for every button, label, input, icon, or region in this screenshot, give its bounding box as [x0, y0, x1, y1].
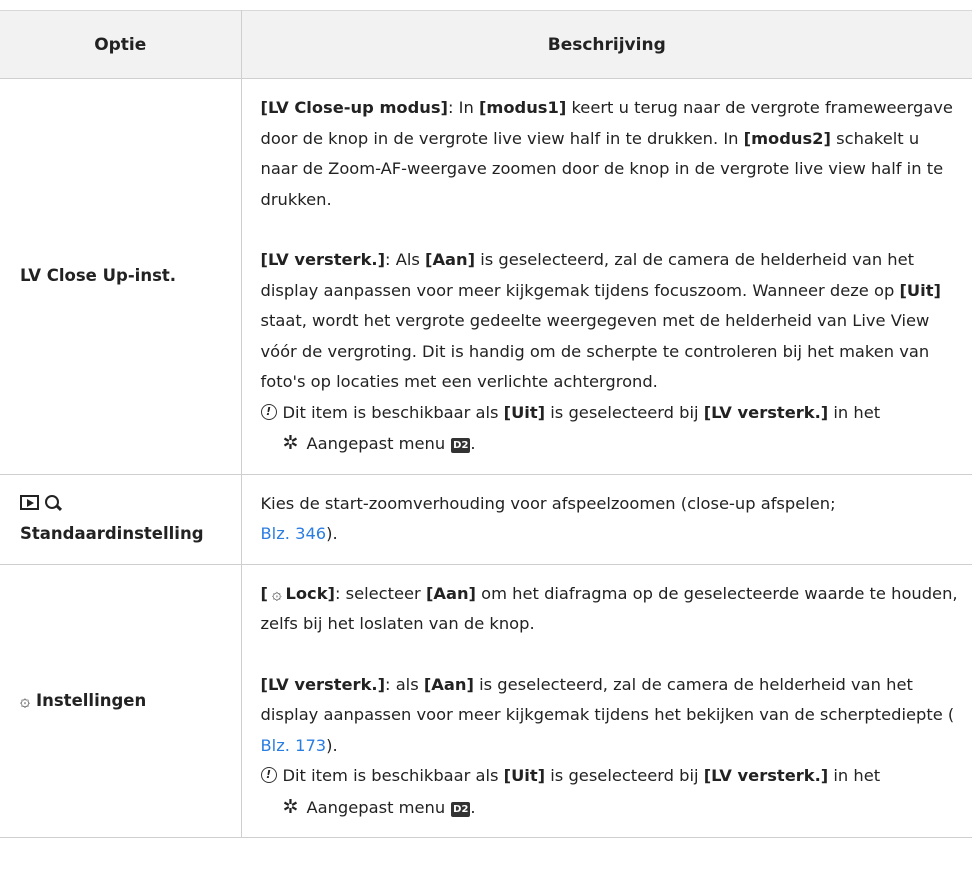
menu-badge: D2 [451, 801, 471, 817]
options-table: Optie Beschrijving LV Close Up-inst. [LV… [0, 10, 972, 838]
gear-icon: ✲ [282, 432, 299, 454]
option-description: Kies de start-zoomverhouding voor afspee… [241, 474, 972, 565]
caution-note: ! Dit item is beschikbaar als [Uit] is ge… [260, 398, 959, 460]
table-row: Standaardinstelling Kies de start-zoomve… [0, 474, 972, 565]
aperture-icon: ۞ [271, 583, 282, 603]
menu-badge: D2 [451, 438, 471, 453]
page-link[interactable]: Blz. 346 [261, 524, 327, 543]
custom-menu-label: Aangepast menu [306, 434, 446, 453]
caution-icon: ! [260, 767, 277, 783]
table-header: Optie Beschrijving [0, 10, 972, 79]
table-row: ۞ Instellingen [۞ Lock]: selecteer [Aan] o… [0, 564, 972, 838]
description-paragraph: [LV Close-up modus]: In [modus1] keert u… [260, 98, 953, 209]
description-paragraph: [LV versterk.]: Als [Aan] is geselecteer… [260, 250, 941, 391]
column-header-option: Optie [0, 10, 242, 79]
option-description: [LV Close-up modus]: In [modus1] keert u… [241, 78, 972, 475]
column-header-description: Beschrijving [241, 10, 972, 79]
description-paragraph: [LV versterk.]: als [Aan] is geselecteer… [260, 674, 955, 755]
caution-icon: ! [260, 403, 277, 420]
option-description: [۞ Lock]: selecteer [Aan] om het diafragm… [241, 564, 972, 838]
custom-menu-label: Aangepast menu [306, 797, 446, 817]
aperture-icon: ۞ [20, 690, 30, 711]
gear-icon: ✲ [282, 795, 299, 818]
table-row: LV Close Up-inst. [LV Close-up modus]: I… [0, 78, 972, 475]
page-link[interactable]: Blz. 173 [261, 736, 327, 755]
caution-note: ! Dit item is beschikbaar als [Uit] is ge… [260, 761, 959, 823]
playback-icon [20, 495, 39, 510]
option-name: ۞ Instellingen [0, 564, 242, 838]
option-name: LV Close Up-inst. [0, 78, 242, 475]
option-name: Standaardinstelling [0, 474, 242, 565]
zoom-icon [44, 494, 62, 512]
description-paragraph: [۞ Lock]: selecteer [Aan] om het diafragm… [260, 583, 958, 634]
